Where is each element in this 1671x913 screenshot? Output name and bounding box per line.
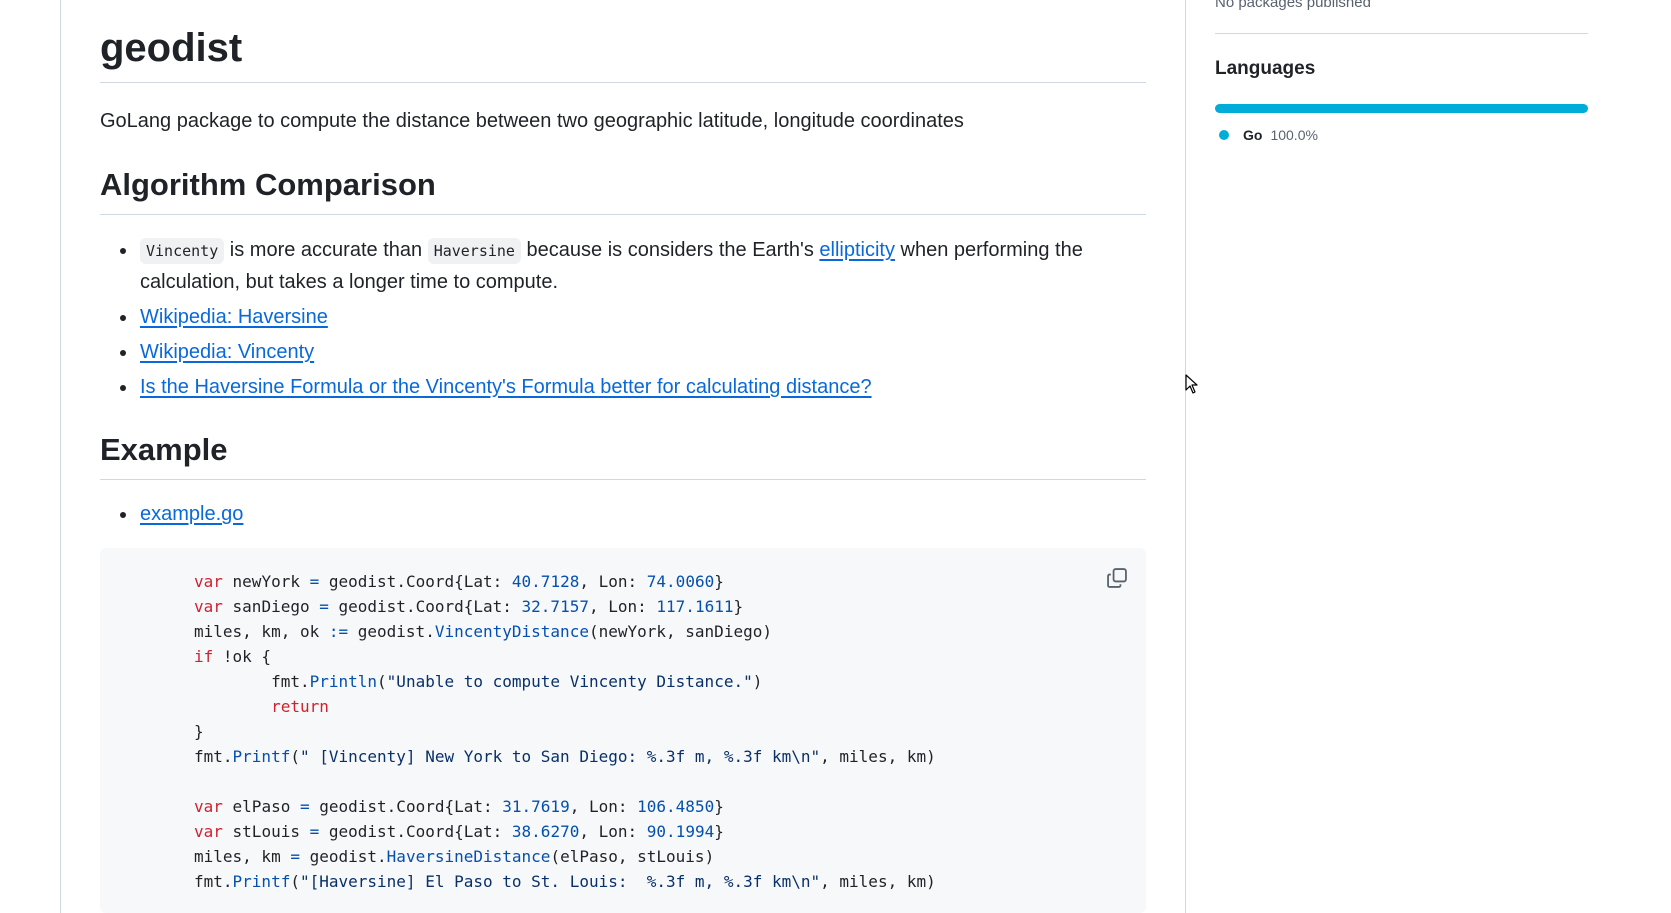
code-content: var newYork = geodist.Coord{Lat: 40.7128… [194,572,936,891]
copy-code-button[interactable] [1103,566,1131,594]
list-item: Wikipedia: Haversine [100,302,1146,333]
comparison-text-2: because is considers the Earth's [520,239,820,261]
example-go-link[interactable]: example.go [140,503,243,525]
formula-comparison-link[interactable]: Is the Haversine Formula or the Vincenty… [140,376,872,398]
sidebar-divider [1215,33,1588,34]
language-name: Go [1243,127,1263,143]
example-heading: Example [100,429,1146,480]
list-item: Vincenty is more accurate than Haversine… [100,235,1146,298]
list-item: example.go [100,499,1146,530]
content-border-left [60,0,61,913]
language-bar [1215,104,1588,113]
algorithm-comparison-heading: Algorithm Comparison [100,164,1146,215]
language-color-dot [1219,130,1229,140]
languages-heading: Languages [1215,58,1316,79]
list-item: Wikipedia: Vincenty [100,337,1146,368]
packages-status: No packages published [1215,0,1371,11]
mouse-pointer-icon [1185,374,1199,399]
code-block: var newYork = geodist.Coord{Lat: 40.7128… [100,548,1146,913]
algorithm-list: Vincenty is more accurate than Haversine… [100,235,1146,407]
readme-description: GoLang package to compute the distance b… [100,110,964,132]
example-list: example.go [100,499,1146,530]
wikipedia-haversine-link[interactable]: Wikipedia: Haversine [140,306,328,328]
language-percent: 100.0% [1270,127,1318,143]
list-item: Is the Haversine Formula or the Vincenty… [100,372,1146,403]
ellipticity-link[interactable]: ellipticity [819,239,895,261]
content-border-right [1185,0,1186,913]
vincenty-code: Vincenty [140,238,225,264]
haversine-code: Haversine [427,238,521,264]
wikipedia-vincenty-link[interactable]: Wikipedia: Vincenty [140,341,314,363]
copy-icon [1106,567,1128,594]
readme-title: geodist [100,22,1146,83]
comparison-text-1: is more accurate than [224,239,428,261]
language-item-go[interactable]: Go 100.0% [1219,127,1318,143]
